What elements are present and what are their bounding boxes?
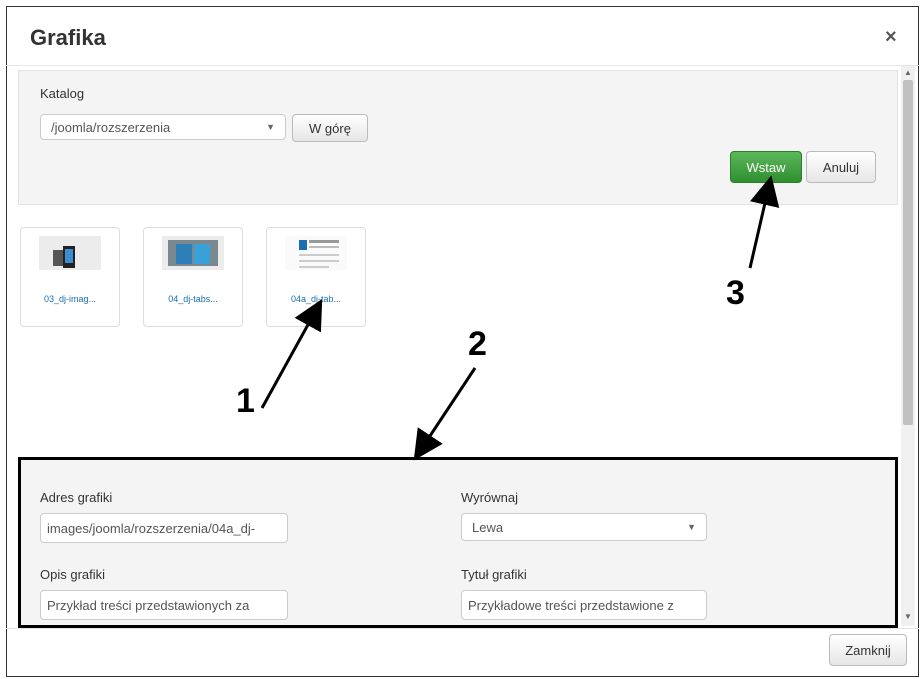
scrollbar[interactable]: ▲ ▼: [901, 66, 915, 626]
description-field[interactable]: Przykład treści przedstawionych za: [40, 590, 288, 620]
thumbnail-item[interactable]: 03_dj-imag...: [20, 227, 120, 327]
directory-select[interactable]: /joomla/rozszerzenia ▼: [40, 114, 286, 140]
thumbnail-name: 04_dj-tabs...: [168, 294, 218, 304]
url-label: Adres grafiki: [40, 490, 113, 505]
scrollbar-thumb[interactable]: [903, 80, 913, 425]
description-label: Opis grafiki: [40, 567, 106, 582]
up-button[interactable]: W górę: [292, 114, 368, 142]
close-button[interactable]: Zamknij: [829, 634, 907, 666]
align-label: Wyrównaj: [461, 490, 518, 505]
chevron-down-icon: ▼: [266, 122, 275, 132]
dialog-title: Grafika: [30, 25, 106, 50]
annotation-number-3: 3: [726, 274, 745, 312]
dialog-header: [6, 6, 919, 66]
annotation-number-2: 2: [468, 325, 487, 363]
scroll-down-icon[interactable]: ▼: [904, 612, 912, 621]
scroll-up-icon[interactable]: ▲: [904, 68, 912, 77]
chevron-down-icon: ▼: [687, 522, 696, 532]
dialog-footer: [6, 628, 919, 677]
thumbnail-image: [39, 236, 101, 270]
align-select[interactable]: Lewa ▼: [461, 513, 707, 541]
url-field[interactable]: images/joomla/rozszerzenia/04a_dj-: [40, 513, 288, 543]
thumbnail-name: 03_dj-imag...: [43, 294, 97, 304]
thumbnail-image: [285, 236, 347, 270]
insert-button[interactable]: Wstaw: [730, 151, 802, 183]
directory-select-value: /joomla/rozszerzenia: [51, 119, 171, 135]
thumbnail-item[interactable]: 04a_dj-tab...: [266, 227, 366, 327]
annotation-number-1: 1: [236, 382, 255, 420]
thumbnail-name: 04a_dj-tab...: [290, 294, 342, 304]
align-select-value: Lewa: [472, 519, 504, 535]
directory-label: Katalog: [40, 86, 85, 101]
thumbnail-image: [162, 236, 224, 270]
close-icon[interactable]: ×: [885, 26, 897, 49]
title-field[interactable]: Przykładowe treści przedstawione z: [461, 590, 707, 620]
title-label: Tytuł grafiki: [461, 567, 527, 582]
thumbnail-item[interactable]: 04_dj-tabs...: [143, 227, 243, 327]
cancel-button[interactable]: Anuluj: [806, 151, 876, 183]
